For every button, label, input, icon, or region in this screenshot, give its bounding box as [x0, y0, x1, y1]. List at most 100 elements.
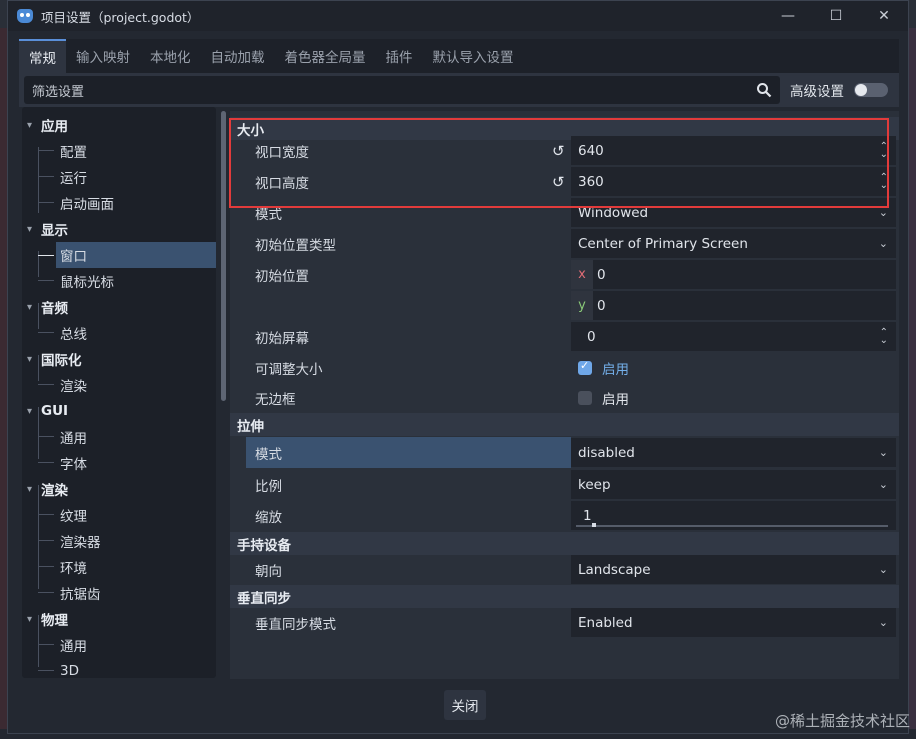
checkbox-unchecked-icon[interactable] [578, 390, 592, 405]
tree-scrollbar[interactable] [221, 111, 226, 401]
tree-item-textures[interactable]: 纹理 [22, 502, 212, 528]
aspect-value: keep [578, 476, 611, 493]
tree-category-internationalization[interactable]: ▾ 国际化 [22, 346, 82, 372]
chevron-down-icon: ⌄ [878, 446, 888, 459]
initial-position-x-value: 0 [597, 266, 606, 283]
title-bar[interactable]: 项目设置（project.godot） — ☐ ✕ [8, 1, 908, 31]
axis-y-label: y [571, 291, 593, 320]
tree-item-physics-3d[interactable]: 3D [22, 658, 212, 678]
tree-category-label: GUI [41, 403, 69, 419]
scale-slider[interactable]: 1 [571, 501, 896, 530]
spin-updown-icon[interactable]: ⌃ ⌄ [880, 327, 888, 345]
tab-shader-globals[interactable]: 着色器全局量 [275, 39, 376, 73]
tree-item-renderer[interactable]: 渲染器 [22, 528, 212, 554]
tree-item-fonts[interactable]: 字体 [22, 450, 212, 476]
selected-row-highlight [246, 437, 571, 468]
tree-item-label: 环境 [60, 561, 87, 577]
tree-category-gui[interactable]: ▾ GUI [22, 398, 68, 424]
tab-localization[interactable]: 本地化 [140, 39, 201, 73]
revert-icon[interactable]: ↺ [552, 173, 565, 191]
spin-updown-icon[interactable]: ⌃ ⌄ [880, 141, 888, 159]
tab-import-defaults[interactable]: 默认导入设置 [423, 39, 524, 73]
initial-screen-value: 0 [587, 328, 596, 345]
checkbox-checked-icon[interactable] [578, 359, 592, 375]
property-label: 视口宽度 [255, 144, 309, 161]
property-label: 朝向 [255, 563, 282, 580]
tree-item-mouse-cursor[interactable]: 鼠标光标 [22, 268, 212, 294]
tree-item-physics-common[interactable]: 通用 [22, 632, 212, 658]
settings-content: 常规 输入映射 本地化 自动加载 着色器全局量 插件 默认导入设置 筛选设置 高… [19, 39, 899, 679]
filter-settings-input[interactable]: 筛选设置 [24, 76, 780, 104]
tree-category-rendering[interactable]: ▾ 渲染 [22, 476, 68, 502]
chevron-down-icon: ▾ [27, 301, 33, 313]
dialog-footer: 关闭 [8, 677, 908, 733]
stretch-mode-dropdown[interactable]: disabled ⌄ [571, 438, 896, 467]
borderless-checkbox[interactable]: 启用 [571, 383, 896, 412]
slider-grabber[interactable] [592, 523, 596, 527]
viewport-width-spinbox[interactable]: 640 ⌃ ⌄ [571, 136, 896, 165]
resizable-checkbox[interactable]: 启用 [571, 353, 896, 382]
tree-item-label: 启动画面 [60, 197, 114, 213]
background-editor-right [908, 28, 916, 739]
tree-item-config[interactable]: 配置 [22, 138, 212, 164]
advanced-settings-label: 高级设置 [790, 84, 844, 100]
property-aspect: 比例 keep ⌄ [230, 469, 899, 500]
spin-updown-icon[interactable]: ⌃ ⌄ [880, 172, 888, 190]
tree-item-buses[interactable]: 总线 [22, 320, 212, 346]
tree-item-label: 字体 [60, 457, 87, 473]
watermark-text: @稀土掘金技术社区 [774, 712, 910, 730]
aspect-dropdown[interactable]: keep ⌄ [571, 470, 896, 499]
property-scale: 缩放 1 [230, 500, 899, 531]
tab-general[interactable]: 常规 [19, 39, 66, 73]
initial-screen-spinbox[interactable]: 0 ⌃ ⌄ [571, 322, 896, 351]
tree-category-label: 应用 [41, 119, 68, 135]
search-icon[interactable] [756, 82, 772, 98]
chevron-down-icon: ⌄ [878, 206, 888, 219]
section-vsync[interactable]: 垂直同步 [230, 585, 899, 608]
tab-autoload[interactable]: 自动加载 [201, 39, 275, 73]
mode-dropdown[interactable]: Windowed ⌄ [571, 198, 896, 227]
minimize-button[interactable]: — [764, 1, 812, 31]
project-settings-window: 项目设置（project.godot） — ☐ ✕ 常规 输入映射 本地化 自动… [7, 0, 909, 734]
godot-logo-icon [17, 9, 33, 23]
property-label: 视口高度 [255, 175, 309, 192]
initial-position-x-field[interactable]: x 0 [571, 260, 896, 289]
initial-position-y-field[interactable]: y 0 [571, 291, 896, 320]
tree-item-label: 纹理 [60, 509, 87, 525]
axis-x-label: x [571, 260, 593, 289]
tab-bar: 常规 输入映射 本地化 自动加载 着色器全局量 插件 默认导入设置 [19, 39, 899, 73]
chevron-down-icon: ⌄ [878, 616, 888, 629]
section-stretch[interactable]: 拉伸 [230, 413, 899, 436]
maximize-button[interactable]: ☐ [812, 1, 860, 31]
tree-item-environment[interactable]: 环境 [22, 554, 212, 580]
tree-category-label: 物理 [41, 613, 68, 629]
orientation-dropdown[interactable]: Landscape ⌄ [571, 555, 896, 584]
tree-category-label: 渲染 [41, 483, 68, 499]
slider-track[interactable] [576, 525, 888, 527]
revert-icon[interactable]: ↺ [552, 142, 565, 160]
section-handheld[interactable]: 手持设备 [230, 532, 899, 555]
tree-item-boot-splash[interactable]: 启动画面 [22, 190, 212, 216]
viewport-height-value: 360 [578, 173, 604, 190]
tab-input-map[interactable]: 输入映射 [66, 39, 140, 73]
close-button[interactable]: 关闭 [444, 690, 486, 720]
tree-item-run[interactable]: 运行 [22, 164, 212, 190]
vsync-mode-dropdown[interactable]: Enabled ⌄ [571, 608, 896, 637]
tree-category-audio[interactable]: ▾ 音频 [22, 294, 68, 320]
tree-item-common[interactable]: 通用 [22, 424, 212, 450]
tree-item-anti-aliasing[interactable]: 抗锯齿 [22, 580, 212, 606]
tab-plugins[interactable]: 插件 [376, 39, 423, 73]
initial-position-type-dropdown[interactable]: Center of Primary Screen ⌄ [571, 229, 896, 258]
tree-category-physics[interactable]: ▾ 物理 [22, 606, 68, 632]
close-window-button[interactable]: ✕ [860, 1, 908, 31]
viewport-width-value: 640 [578, 142, 604, 159]
tree-category-display[interactable]: ▾ 显示 [22, 216, 68, 242]
tree-category-application[interactable]: ▾ 应用 [22, 112, 68, 138]
viewport-height-spinbox[interactable]: 360 ⌃ ⌄ [571, 167, 896, 196]
property-initial-position: 初始位置 x 0 [230, 259, 899, 290]
tree-item-rendering[interactable]: 渲染 [22, 372, 212, 398]
advanced-settings-toggle[interactable] [854, 83, 888, 97]
property-label: 比例 [255, 478, 282, 495]
tree-item-window[interactable]: 窗口 [22, 242, 216, 268]
property-viewport-height: 视口高度 ↺ 360 ⌃ ⌄ [230, 166, 899, 197]
